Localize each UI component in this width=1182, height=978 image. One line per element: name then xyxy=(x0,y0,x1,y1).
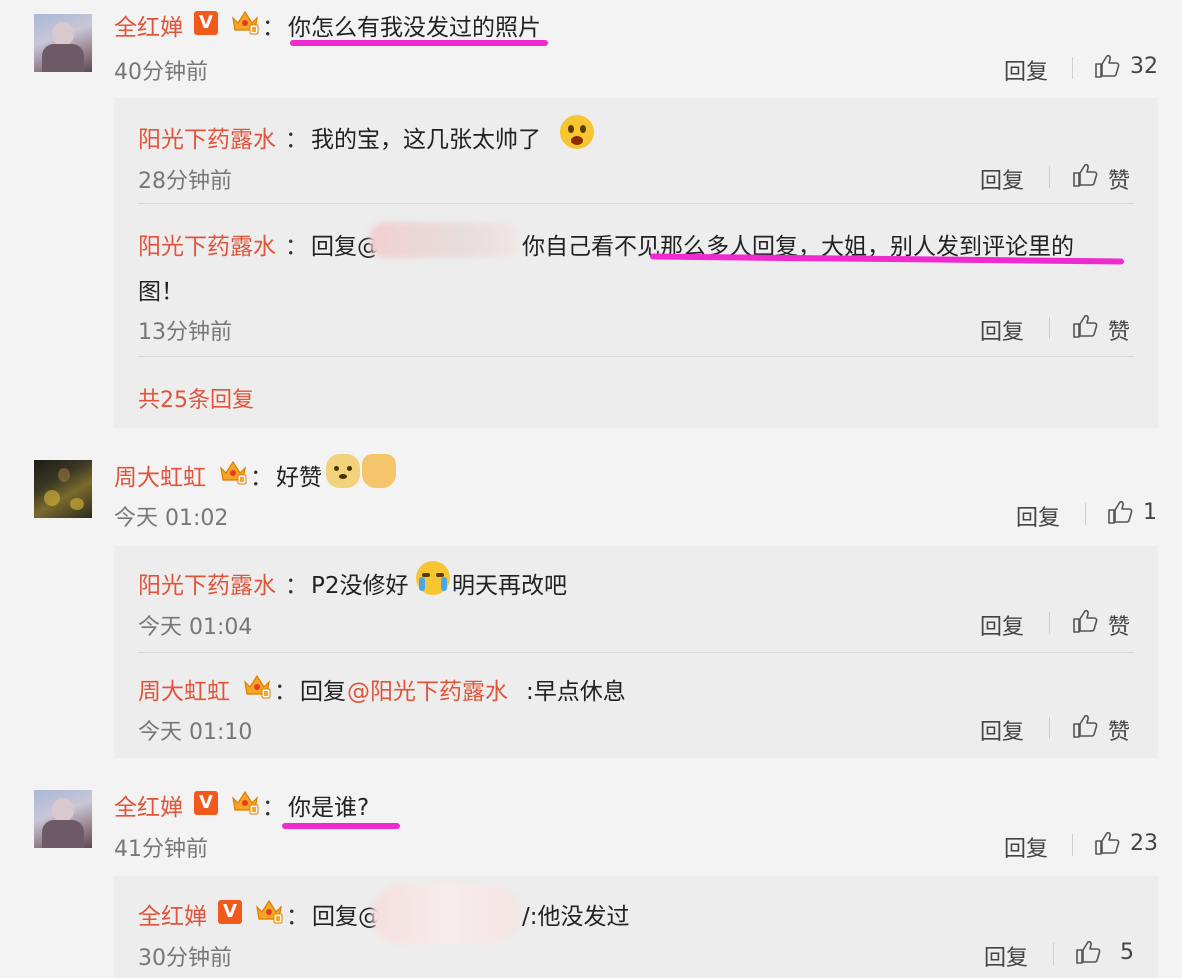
highlight-underline xyxy=(290,40,548,46)
avatar[interactable] xyxy=(34,790,92,848)
timestamp: 30分钟前 xyxy=(138,946,232,971)
timestamp: 13分钟前 xyxy=(138,320,232,345)
thumbs-up-icon[interactable] xyxy=(1072,713,1098,739)
username[interactable]: 全红婵 xyxy=(114,8,183,42)
avatar[interactable] xyxy=(34,460,92,518)
reply-text-suffix: 明天再改吧 xyxy=(452,573,567,599)
timestamp: 40分钟前 xyxy=(114,60,208,85)
avatar-highlight xyxy=(44,490,60,506)
verified-badge-icon: V xyxy=(194,11,218,35)
like-count: 5 xyxy=(1120,940,1134,965)
divider-vertical xyxy=(1085,503,1086,525)
reply-divider xyxy=(138,356,1134,357)
scared-emoji-icon xyxy=(560,115,594,149)
verified-badge-icon: V xyxy=(218,900,242,924)
thumbs-up-icon[interactable] xyxy=(1107,499,1133,525)
divider-vertical xyxy=(1049,717,1050,739)
reply-button[interactable]: 回复 xyxy=(980,609,1024,641)
like-count: 32 xyxy=(1130,54,1158,79)
reply-text-continued: 图！ xyxy=(138,279,184,305)
reply-text: :早点休息 xyxy=(526,679,626,705)
like-label: 赞 xyxy=(1108,169,1131,194)
divider-vertical xyxy=(1053,943,1054,965)
redacted-username xyxy=(372,884,522,944)
like-count: 23 xyxy=(1130,831,1158,856)
more-replies-link[interactable]: 共25条回复 xyxy=(138,382,254,414)
like-label: 赞 xyxy=(1108,720,1131,745)
avatar[interactable] xyxy=(34,14,92,72)
thumbs-up-icon[interactable] xyxy=(1072,313,1098,339)
comment-text: 你怎么有我没发过的照片 xyxy=(288,15,541,41)
thumbs-up-icon[interactable] xyxy=(1072,608,1098,634)
reply-text: P2没修好 xyxy=(311,573,409,599)
crying-emoji-icon xyxy=(416,561,450,595)
reply-button[interactable]: 回复 xyxy=(980,163,1024,195)
reply-button[interactable]: 回复 xyxy=(984,940,1028,972)
comment-text: 你是谁? xyxy=(288,795,370,821)
redacted-username xyxy=(370,222,518,258)
crown-badge-icon xyxy=(242,672,272,700)
reply-username[interactable]: 阳光下药露水 xyxy=(138,227,276,261)
username[interactable]: 周大虹虹 xyxy=(114,458,206,492)
divider-vertical xyxy=(1072,57,1073,79)
reply-text: /:他没发过 xyxy=(522,904,630,930)
divider-vertical xyxy=(1049,166,1050,188)
reply-divider xyxy=(138,652,1134,653)
thumbs-up-icon[interactable] xyxy=(1094,53,1120,79)
doge-emoji-icon xyxy=(326,454,360,488)
highlight-underline xyxy=(282,823,400,829)
username[interactable]: 全红婵 xyxy=(114,788,183,822)
colon: ： xyxy=(262,795,285,821)
colon: ： xyxy=(285,573,308,599)
comment-text: 好赞 xyxy=(276,465,322,491)
colon: ： xyxy=(274,679,297,705)
reply-prefix: 回复 xyxy=(300,679,346,705)
avatar-face xyxy=(52,22,74,46)
reply-username[interactable]: 周大虹虹 xyxy=(138,672,230,706)
reply-button[interactable]: 回复 xyxy=(980,714,1024,746)
like-count: 1 xyxy=(1143,500,1157,525)
reply-username[interactable]: 全红婵 xyxy=(138,897,207,931)
reply-username[interactable]: 阳光下药露水 xyxy=(138,120,276,154)
thumbs-up-emoji-icon xyxy=(362,454,396,488)
divider-vertical xyxy=(1049,612,1050,634)
like-label: 赞 xyxy=(1108,320,1131,345)
reply-button[interactable]: 回复 xyxy=(1016,500,1060,532)
timestamp: 今天 01:02 xyxy=(114,506,229,531)
colon: ： xyxy=(286,904,309,930)
avatar-highlight xyxy=(70,498,84,510)
crown-badge-icon xyxy=(230,8,260,36)
like-label: 赞 xyxy=(1108,615,1131,640)
colon: ： xyxy=(285,127,308,153)
thumbs-up-icon[interactable] xyxy=(1072,162,1098,188)
avatar-body xyxy=(42,44,84,72)
avatar-body xyxy=(42,820,84,848)
divider-vertical xyxy=(1049,317,1050,339)
thumbs-up-icon[interactable] xyxy=(1075,939,1101,965)
divider-vertical xyxy=(1072,834,1073,856)
timestamp: 今天 01:10 xyxy=(138,720,253,745)
avatar-highlight xyxy=(58,468,70,482)
crown-badge-icon xyxy=(218,458,248,486)
timestamp: 41分钟前 xyxy=(114,837,208,862)
reply-divider xyxy=(138,203,1134,204)
mention-link[interactable]: @阳光下药露水 xyxy=(347,672,508,706)
thumbs-up-icon[interactable] xyxy=(1094,830,1120,856)
reply-text: 我的宝，这几张太帅了 xyxy=(311,127,541,153)
colon: ： xyxy=(285,234,308,260)
colon: ： xyxy=(262,15,285,41)
timestamp: 28分钟前 xyxy=(138,169,232,194)
crown-badge-icon xyxy=(230,788,260,816)
reply-username[interactable]: 阳光下药露水 xyxy=(138,566,276,600)
reply-button[interactable]: 回复 xyxy=(980,314,1024,346)
reply-button[interactable]: 回复 xyxy=(1004,54,1048,86)
crown-badge-icon xyxy=(254,897,284,925)
reply-button[interactable]: 回复 xyxy=(1004,831,1048,863)
avatar-face xyxy=(52,798,74,822)
verified-badge-icon: V xyxy=(194,791,218,815)
timestamp: 今天 01:04 xyxy=(138,615,253,640)
colon: ： xyxy=(250,465,273,491)
reply-prefix: 回复@ xyxy=(312,904,381,930)
